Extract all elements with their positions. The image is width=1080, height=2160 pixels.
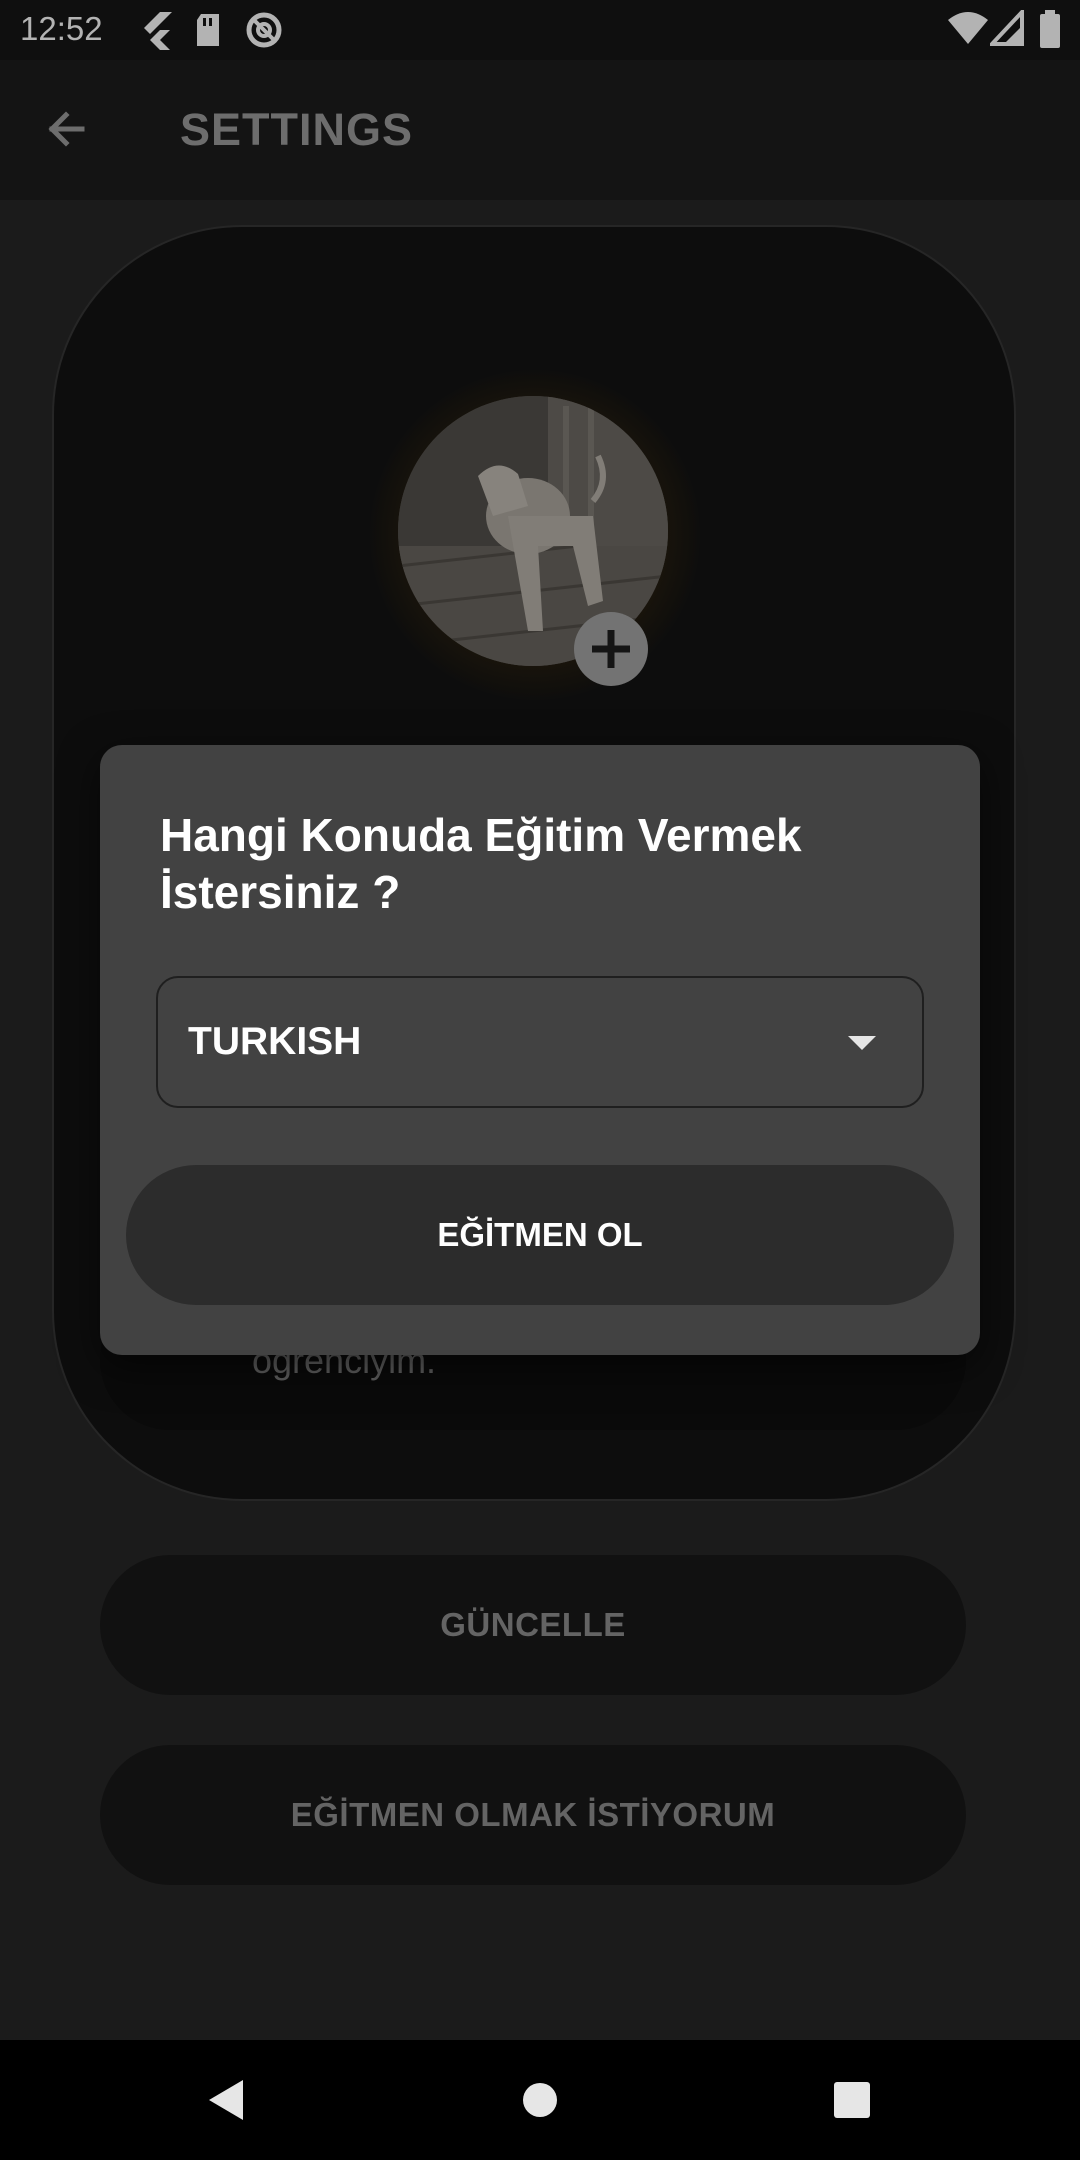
wifi-icon [948, 10, 988, 51]
add-photo-button[interactable] [574, 612, 648, 686]
signal-icon [987, 6, 1024, 51]
update-button[interactable]: GÜNCELLE [100, 1555, 966, 1695]
trainer-topic-dialog: Hangi Konuda Eğitim Vermek İstersiniz ? … [100, 745, 980, 1355]
page-title: SETTINGS [180, 104, 414, 155]
status-bar: 12:52 [0, 0, 1080, 60]
topic-dropdown[interactable]: TURKISH [156, 976, 924, 1108]
battery-icon [1038, 10, 1062, 55]
sd-card-icon [193, 10, 223, 55]
at-sign-icon [244, 10, 284, 55]
dialog-title: Hangi Konuda Eğitim Vermek İstersiniz ? [160, 809, 802, 918]
back-triangle-icon[interactable] [145, 2040, 305, 2160]
flutter-icon [140, 10, 172, 55]
recents-square-icon[interactable] [772, 2040, 932, 2160]
app-bar: SETTINGS [0, 60, 1080, 200]
navigation-bar [0, 2040, 1080, 2160]
arrow-left-icon[interactable] [42, 105, 90, 158]
plus-icon [592, 630, 630, 668]
caret-down-icon [848, 1036, 876, 1057]
become-trainer-button[interactable]: EĞİTMEN OLMAK İSTİYORUM [100, 1745, 966, 1885]
home-circle-icon[interactable] [460, 2040, 620, 2160]
become-trainer-confirm-button[interactable]: EĞİTMEN OL [126, 1165, 954, 1305]
dropdown-selected-value: TURKISH [188, 1020, 362, 1063]
status-time: 12:52 [20, 10, 103, 47]
